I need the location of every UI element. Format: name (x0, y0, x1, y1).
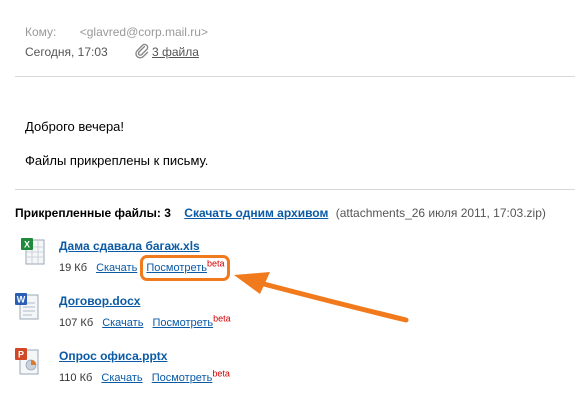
attachment-size: 110 Кб (59, 372, 93, 384)
attachments-count-link[interactable]: 3 файла (152, 45, 199, 59)
beta-badge: beta (212, 368, 230, 379)
beta-badge: beta (213, 313, 231, 324)
attachment-size: 107 Кб (59, 317, 94, 329)
word-file-icon: W (15, 293, 39, 320)
attachments-label: Прикрепленные файлы: (15, 206, 161, 220)
attachments-header: Прикрепленные файлы: 3 Скачать одним арх… (15, 206, 546, 220)
attachment-meta-2: 107 Кб Скачать Посмотретьbeta (59, 314, 231, 329)
svg-text:W: W (17, 295, 26, 305)
attachment-size: 19 Кб (59, 262, 87, 274)
message-text: Файлы прикреплены к письму. (25, 153, 209, 168)
message-date: Сегодня, 17:03 (25, 45, 108, 59)
attachment-name-3[interactable]: Опрос офиса.pptx (59, 349, 167, 363)
to-label: Кому: (25, 25, 57, 39)
body-divider (15, 189, 575, 190)
preview-link[interactable]: Посмотреть (153, 317, 214, 329)
download-archive-link[interactable]: Скачать одним архивом (184, 206, 328, 220)
attachment-name-2[interactable]: Договор.docx (59, 294, 140, 308)
header-divider (15, 76, 575, 77)
annotation-arrow-icon (234, 272, 409, 323)
preview-link[interactable]: Посмотреть (152, 372, 213, 384)
attachment-meta-3: 110 Кб Скачать Посмотретьbeta (59, 369, 230, 384)
download-link[interactable]: Скачать (96, 262, 137, 274)
recipient-address[interactable]: <glavred@corp.mail.ru> (80, 25, 208, 39)
download-link[interactable]: Скачать (102, 317, 143, 329)
attachment-name-1[interactable]: Дама сдавала багаж.xls (59, 239, 200, 253)
archive-filename: (attachments_26 июля 2011, 17:03.zip) (335, 206, 546, 220)
svg-text:X: X (24, 240, 30, 250)
recipient-row: Кому: <glavred@corp.mail.ru> (25, 25, 208, 39)
download-link[interactable]: Скачать (101, 372, 142, 384)
paperclip-icon (135, 43, 149, 59)
message-greeting: Доброго вечера! (25, 119, 125, 134)
powerpoint-file-icon: P (15, 348, 39, 375)
preview-highlight-outline (140, 255, 230, 281)
svg-text:P: P (18, 350, 24, 360)
excel-file-icon: X (21, 238, 45, 265)
attachments-count: 3 (164, 206, 171, 220)
